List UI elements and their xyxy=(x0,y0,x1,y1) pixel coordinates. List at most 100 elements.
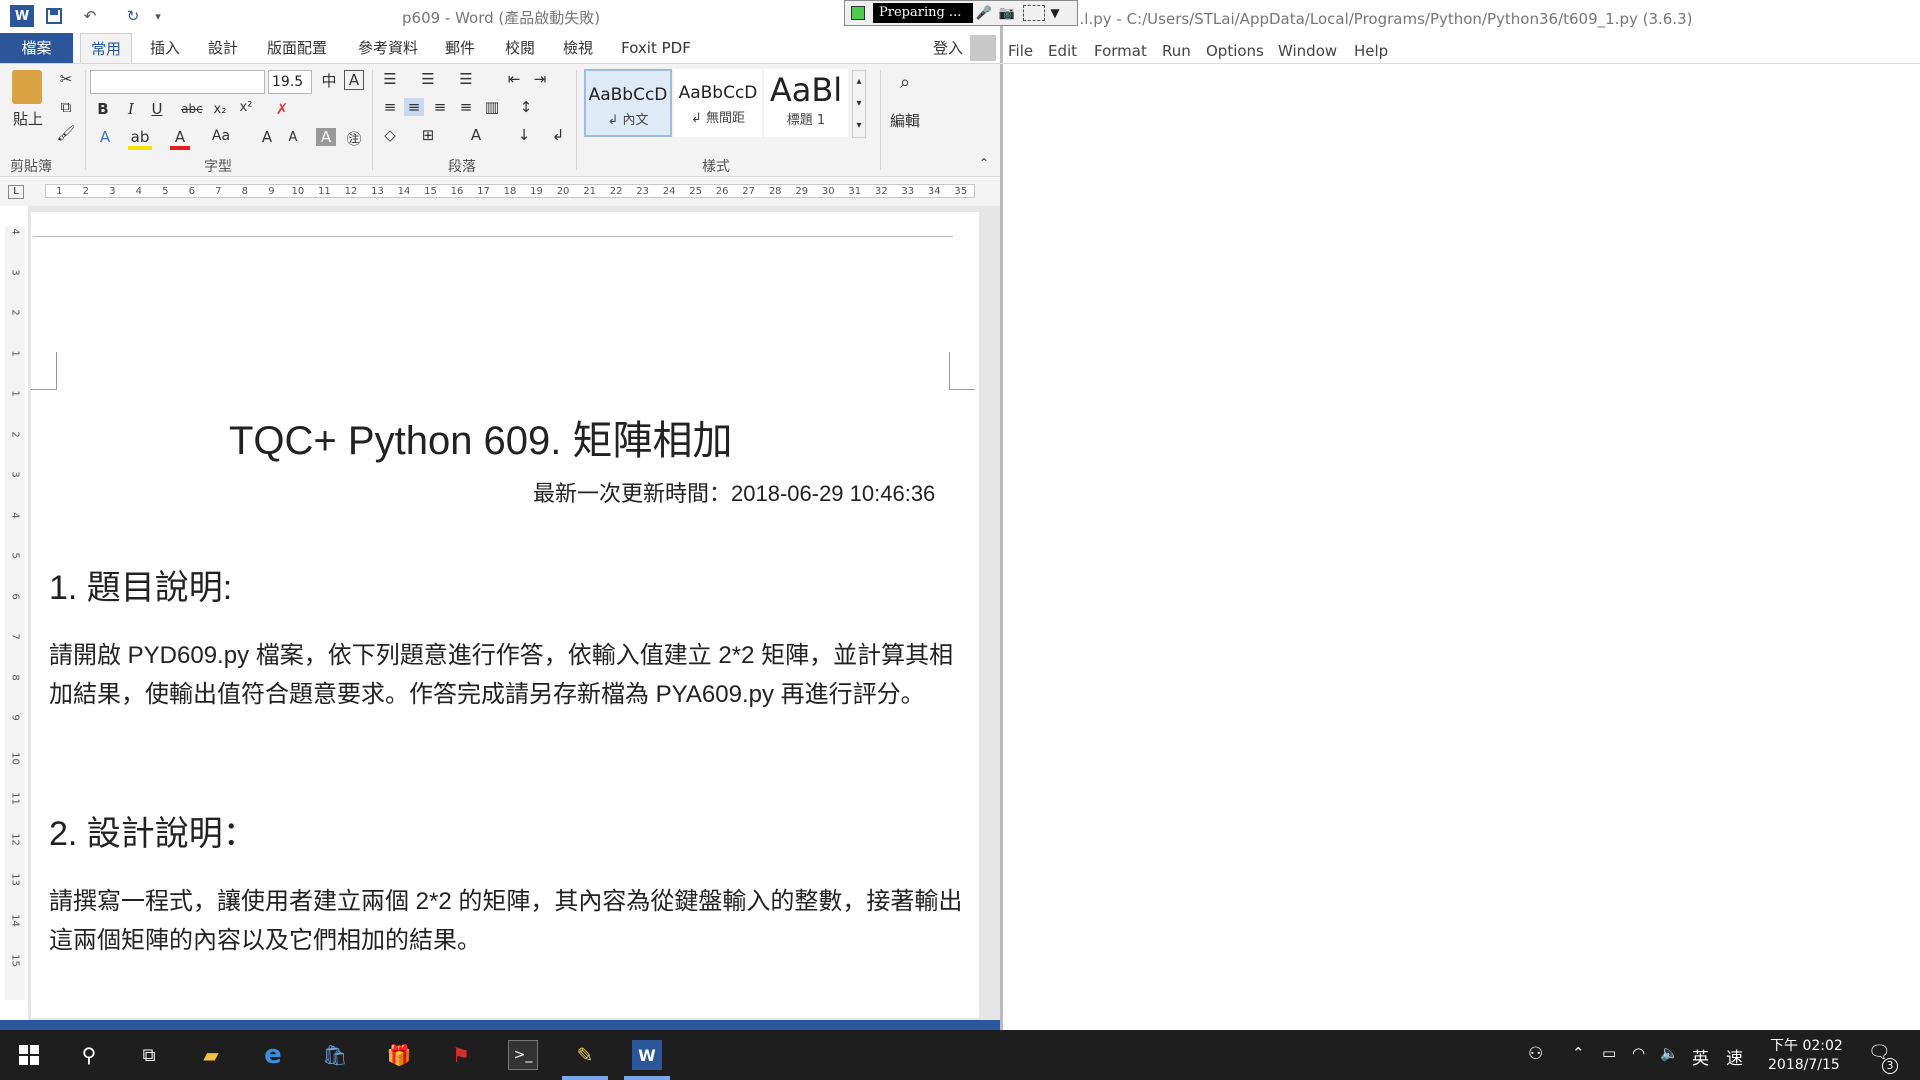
char-border-icon[interactable]: A xyxy=(344,70,364,90)
style-normal[interactable]: AaBbCcD ↲ 內文 xyxy=(584,69,672,137)
strikethrough-button[interactable]: abc xyxy=(180,102,204,116)
increase-indent-icon[interactable]: ⇥ xyxy=(530,70,550,88)
justify-icon[interactable]: ≡ xyxy=(456,98,476,116)
menu-format[interactable]: Format xyxy=(1094,42,1147,60)
text-effects-icon[interactable]: A xyxy=(94,128,116,146)
tab-mailings[interactable]: 郵件 xyxy=(440,33,480,63)
ruler-tick: 4 xyxy=(135,186,142,197)
font-name-field[interactable] xyxy=(90,70,265,94)
highlight-icon[interactable]: ab xyxy=(128,128,152,150)
microphone-icon[interactable]: 🎤 xyxy=(973,6,995,21)
italic-button[interactable]: I xyxy=(122,100,140,118)
redo-icon[interactable]: ↻ xyxy=(122,5,144,27)
grow-font-icon[interactable]: A xyxy=(258,128,276,146)
show-marks-icon[interactable]: ↲ xyxy=(548,126,568,144)
camera-icon[interactable]: 📷 xyxy=(995,6,1019,21)
clear-format-icon[interactable]: ✗ xyxy=(272,100,292,118)
python-idle-icon[interactable]: ✎ xyxy=(570,1040,600,1070)
sort-icon[interactable]: ↓ xyxy=(514,126,534,144)
idle-menubar: File Edit Format Run Options Window Help xyxy=(1000,38,1920,64)
ruler-scale[interactable]: 1 2 3 4 5 6 7 8 9 10 11 12 13 14 15 16 17 18 19 20 21 22 23 24 2… xyxy=(45,184,975,198)
multilevel-list-icon[interactable]: ☰ xyxy=(456,70,476,88)
menu-options[interactable]: Options xyxy=(1206,42,1264,60)
copy-icon[interactable]: ⧉ xyxy=(56,98,76,116)
tab-foxit-pdf[interactable]: Foxit PDF xyxy=(614,33,698,63)
sign-in-link[interactable]: 登入 xyxy=(928,33,968,63)
people-icon[interactable]: ⚇ xyxy=(1528,1044,1543,1064)
find-icon[interactable]: ⌕ xyxy=(892,72,918,93)
edge-icon[interactable]: e xyxy=(258,1040,288,1070)
tab-home[interactable]: 常用 xyxy=(80,33,132,63)
menu-edit[interactable]: Edit xyxy=(1048,42,1077,60)
volume-icon[interactable]: 🔈 xyxy=(1660,1044,1679,1062)
show-hidden-icons[interactable]: ⌃ xyxy=(1572,1044,1585,1062)
font-grow-icon[interactable]: 中 xyxy=(318,70,340,91)
avatar[interactable] xyxy=(970,35,996,61)
save-icon[interactable] xyxy=(44,5,64,27)
tab-review[interactable]: 校閱 xyxy=(498,33,542,63)
store-icon[interactable]: 🛍 xyxy=(320,1040,350,1070)
collapse-ribbon-icon[interactable]: ⌃ xyxy=(976,156,992,170)
wifi-icon[interactable]: ◠ xyxy=(1632,1044,1645,1062)
word-app-icon[interactable]: W xyxy=(10,5,34,27)
ime-language[interactable]: 英 xyxy=(1692,1044,1709,1069)
decrease-indent-icon[interactable]: ⇤ xyxy=(504,70,524,88)
change-case-icon[interactable]: Aa xyxy=(208,128,234,144)
font-size-field[interactable]: 19.5 xyxy=(268,70,312,94)
menu-file[interactable]: File xyxy=(1008,42,1033,60)
search-icon[interactable]: ⚲ xyxy=(74,1040,104,1070)
bold-button[interactable]: B xyxy=(94,100,112,118)
cut-icon[interactable]: ✂ xyxy=(56,70,76,88)
char-shading-icon[interactable]: A xyxy=(316,128,336,146)
menu-run[interactable]: Run xyxy=(1162,42,1191,60)
undo-icon[interactable]: ↶ xyxy=(78,5,102,27)
shading-icon[interactable]: ◇ xyxy=(380,126,400,144)
tab-design[interactable]: 設計 xyxy=(198,33,248,63)
menu-help[interactable]: Help xyxy=(1354,42,1388,60)
document-page[interactable]: TQC+ Python 609. 矩陣相加 最新一次更新時間：2018-06-2… xyxy=(31,212,979,1018)
format-painter-icon[interactable]: 🖌 xyxy=(56,124,76,142)
distributed-icon[interactable]: ▥ xyxy=(482,98,502,116)
line-spacing-icon[interactable]: ↕ xyxy=(516,98,536,116)
align-right-icon[interactable]: ≡ xyxy=(430,98,450,116)
clock-date[interactable]: 2018/7/15 xyxy=(1768,1057,1840,1073)
region-select-icon[interactable] xyxy=(1023,5,1045,21)
menu-window[interactable]: Window xyxy=(1278,42,1337,60)
align-center-icon[interactable]: ≡ xyxy=(404,98,424,116)
numbering-icon[interactable]: ☰ xyxy=(418,70,438,88)
shrink-font-icon[interactable]: A xyxy=(284,130,302,145)
font-color-icon[interactable]: A xyxy=(170,128,190,150)
word-taskbar-icon[interactable]: W xyxy=(632,1040,662,1070)
start-button[interactable] xyxy=(14,1040,44,1070)
bullets-icon[interactable]: ☰ xyxy=(380,70,400,88)
customize-qat-icon[interactable]: ▾ xyxy=(152,5,164,27)
editing-button[interactable]: 編輯 xyxy=(884,110,926,131)
style-no-spacing[interactable]: AaBbCcD ↲ 無間距 xyxy=(674,69,762,137)
paste-button[interactable]: 貼上 xyxy=(12,108,44,129)
tab-file[interactable]: 檔案 xyxy=(0,33,73,63)
ime-mode[interactable]: 速 xyxy=(1726,1044,1743,1069)
borders-icon[interactable]: ⊞ xyxy=(418,126,438,144)
recorder-menu-icon[interactable]: ▼ xyxy=(1045,6,1065,20)
gift-icon[interactable]: 🎁 xyxy=(384,1040,414,1070)
style-heading-1[interactable]: AaBl 標題 1 xyxy=(764,69,848,137)
subscript-button[interactable]: x₂ xyxy=(210,102,230,117)
underline-button[interactable]: U xyxy=(148,100,166,118)
tab-layout[interactable]: 版面配置 xyxy=(262,33,332,63)
tab-view[interactable]: 檢視 xyxy=(556,33,600,63)
tab-references[interactable]: 參考資料 xyxy=(350,33,426,63)
chinese-layout-icon[interactable]: A xyxy=(466,126,486,144)
enclose-char-icon[interactable]: ㊟ xyxy=(344,128,364,149)
battery-icon[interactable]: ▭ xyxy=(1602,1044,1616,1062)
task-view-icon[interactable]: ⧉ xyxy=(134,1040,164,1070)
align-left-icon[interactable]: ≡ xyxy=(380,98,400,116)
styles-scroll[interactable]: ▴ ▾ ▾ xyxy=(852,70,866,138)
terminal-icon[interactable]: >_ xyxy=(508,1040,538,1070)
acrobat-icon[interactable]: ⚑ xyxy=(446,1040,476,1070)
tab-stop-selector[interactable]: L xyxy=(8,185,24,199)
superscript-button[interactable]: x² xyxy=(236,100,256,115)
paste-icon[interactable] xyxy=(12,70,42,104)
clock-time[interactable]: 下午 02:02 xyxy=(1770,1035,1843,1055)
file-explorer-icon[interactable]: ▰ xyxy=(196,1040,226,1070)
tab-insert[interactable]: 插入 xyxy=(140,33,190,63)
